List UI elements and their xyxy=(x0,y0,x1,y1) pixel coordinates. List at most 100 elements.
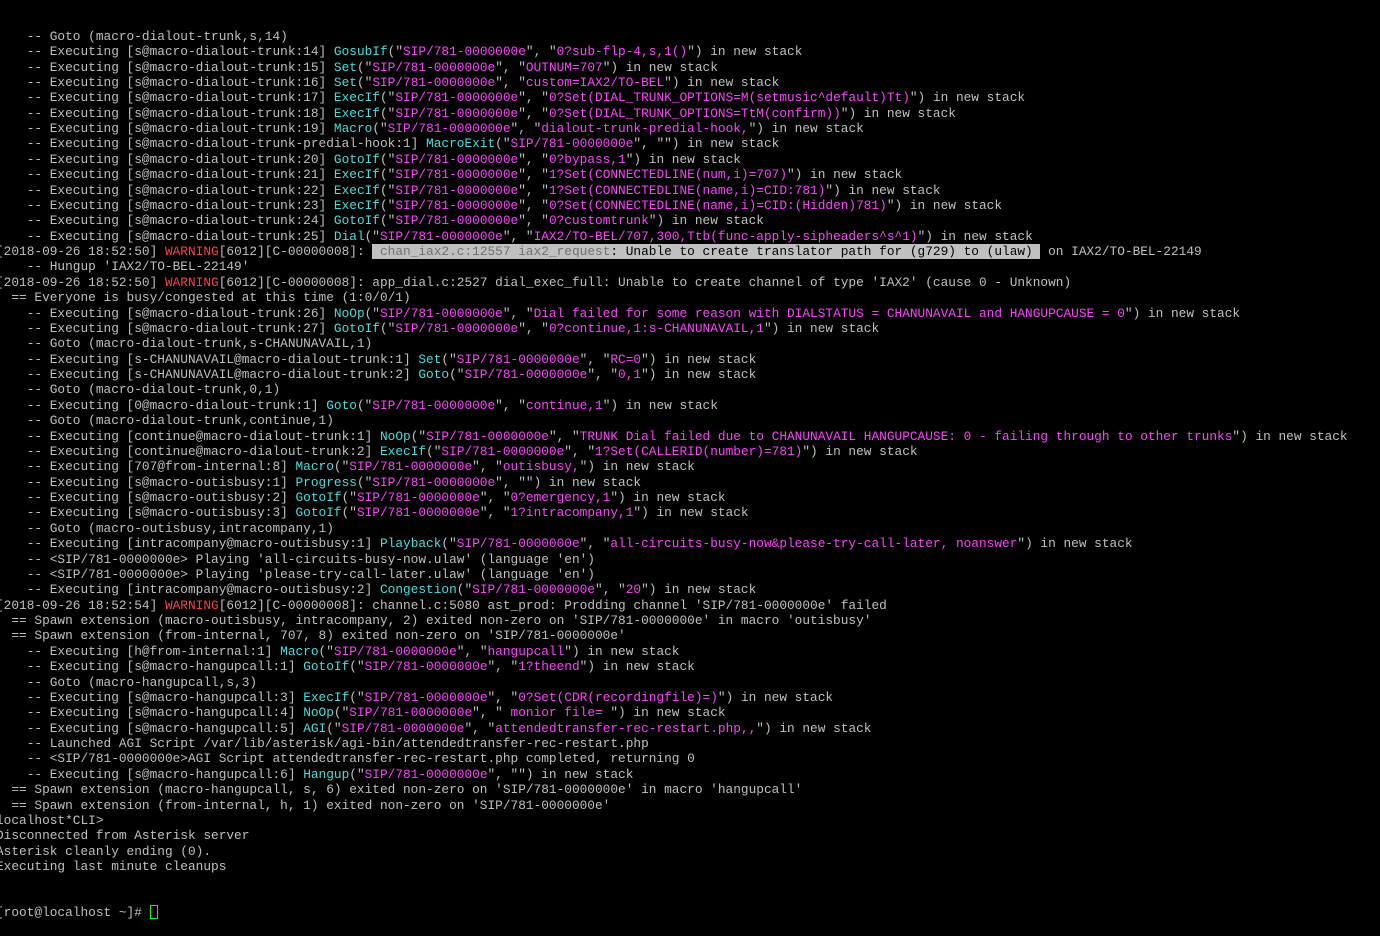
application-name: Playback xyxy=(379,536,442,552)
log-line: -- Goto (macro-dialout-trunk,0,1) xyxy=(0,382,1380,397)
log-text: -- Executing [s-CHANUNAVAIL@macro-dialou… xyxy=(0,351,419,367)
application-name: Progress xyxy=(295,474,357,490)
log-text: -- Executing [s@macro-dialout-trunk-pred… xyxy=(0,136,427,152)
log-text: localhost*CLI> xyxy=(0,812,104,828)
application-argument: SIP/781-0000000e xyxy=(349,705,473,721)
log-text: -- Executing [s@macro-dialout-trunk:16] xyxy=(0,74,334,90)
terminal-output[interactable]: -- Goto (macro-dialout-trunk,s,14) -- Ex… xyxy=(0,0,1380,920)
log-text: -- <SIP/781-0000000e> Playing 'please-tr… xyxy=(0,566,595,582)
log-text: [6012][C-00000008]: channel.c:5080 ast_p… xyxy=(218,597,887,613)
log-text: -- <SIP/781-0000000e>AGI Script attended… xyxy=(0,751,695,767)
log-text: -- Executing [s@macro-dialout-trunk:22] xyxy=(0,182,334,198)
application-name: GotoIf xyxy=(333,151,380,167)
application-name: NoOp xyxy=(333,305,365,321)
log-text: (" xyxy=(426,443,442,459)
application-name: Set xyxy=(418,351,442,367)
log-text: ") in new stack xyxy=(1124,305,1241,321)
application-name: Goto xyxy=(418,367,450,382)
application-name: ExecIf xyxy=(379,443,427,459)
application-name: ExecIf xyxy=(333,90,380,106)
log-text: (" xyxy=(349,766,365,782)
application-name: Macro xyxy=(333,121,373,136)
log-text: == Spawn extension (macro-hangupcall, s,… xyxy=(0,782,803,798)
executing-line: -- Executing [0@macro-dialout-trunk:1] G… xyxy=(0,398,1380,413)
application-name: Hangup xyxy=(303,766,350,782)
application-argument: SIP/781-0000000e xyxy=(395,90,519,106)
application-name: NoOp xyxy=(379,428,411,444)
log-text: -- Executing [s@macro-dialout-trunk:25] xyxy=(0,228,334,244)
application-argument: 1?Set(CALLERID(number)=781) xyxy=(595,443,803,459)
application-argument: SIP/781-0000000e xyxy=(456,351,580,367)
application-argument: all-circuits-busy-now&please-try-call-la… xyxy=(610,536,1018,552)
log-text: ", "") in new stack xyxy=(633,136,780,152)
log-text: ", " xyxy=(564,443,596,459)
log-line: -- <SIP/781-0000000e>AGI Script attended… xyxy=(0,751,1380,766)
executing-line: -- Executing [s@macro-outisbusy:3] GotoI… xyxy=(0,505,1380,520)
log-text: -- Goto (macro-dialout-trunk,0,1) xyxy=(0,382,281,398)
executing-line: -- Executing [s@macro-dialout-trunk:21] … xyxy=(0,167,1380,182)
log-text: ") in new stack xyxy=(802,443,918,459)
log-text: -- Executing [s@macro-dialout-trunk:27] xyxy=(0,320,334,336)
log-line: -- <SIP/781-0000000e> Playing 'all-circu… xyxy=(0,552,1380,567)
log-text: (" xyxy=(410,428,427,444)
log-text: -- Executing [s@macro-dialout-trunk:26] xyxy=(0,305,334,321)
shell-prompt-line[interactable]: [root@localhost ~]# xyxy=(0,905,1380,920)
application-argument: 0?Set(CDR(recordingfile)=) xyxy=(518,689,718,705)
application-argument: 0?Set(CONNECTEDLINE(name,i)=CID:(Hidden)… xyxy=(548,197,887,213)
block-cursor-icon[interactable] xyxy=(149,905,158,920)
log-text: ", " xyxy=(518,105,549,121)
application-name: Dial xyxy=(333,228,365,244)
log-text: ", " xyxy=(510,121,542,136)
log-text: ", " xyxy=(518,320,549,336)
log-line: -- Goto (macro-hangupcall,s,3) xyxy=(0,675,1380,690)
application-argument: outisbusy, xyxy=(502,459,580,475)
log-text: ", "") in new stack xyxy=(495,474,642,490)
log-text: ") in new stack xyxy=(633,505,749,521)
application-name: Congestion xyxy=(379,582,457,598)
application-argument: 0?customtrunk xyxy=(548,213,649,229)
log-text: ") in new stack xyxy=(840,105,956,121)
application-argument: SIP/781-0000000e xyxy=(456,536,580,552)
application-name: GotoIf xyxy=(333,320,380,336)
log-text: ", " xyxy=(456,643,488,659)
log-line: -- Goto (macro-dialout-trunk,s,14) xyxy=(0,29,1380,44)
application-name: Set xyxy=(333,59,357,75)
log-text: -- Executing [s@macro-hangupcall:1] xyxy=(0,659,304,675)
log-text: ") in new stack xyxy=(756,720,872,736)
log-text: ") in new stack xyxy=(763,320,880,336)
application-name: MacroExit xyxy=(426,136,496,152)
executing-line: -- Executing [h@from-internal:1] Macro("… xyxy=(0,644,1380,659)
warning-label: WARNING xyxy=(164,274,219,290)
status-line: == Spawn extension (macro-outisbusy, int… xyxy=(0,613,1380,628)
log-text: (" xyxy=(356,474,373,490)
executing-line: -- Executing [s@macro-dialout-trunk:15] … xyxy=(0,60,1380,75)
log-text: ") in new stack xyxy=(1017,536,1133,552)
log-text: (" xyxy=(333,459,350,475)
application-argument: SIP/781-0000000e xyxy=(464,367,588,382)
log-text: ") in new stack xyxy=(787,167,903,183)
application-argument: SIP/781-0000000e xyxy=(395,151,519,167)
log-text: ", " xyxy=(518,197,549,213)
application-name: Goto xyxy=(326,397,357,413)
log-text: == Spawn extension (macro-outisbusy, int… xyxy=(0,613,872,628)
log-text: -- Executing [0@macro-dialout-trunk:1] xyxy=(0,397,327,413)
status-line: == Spawn extension (from-internal, 707, … xyxy=(0,628,1380,643)
log-text: == Everyone is busy/congested at this ti… xyxy=(0,290,411,306)
log-text: -- Executing [s@macro-dialout-trunk:21] xyxy=(0,167,334,183)
log-text: -- Executing [s@macro-dialout-trunk:24] xyxy=(0,213,334,229)
log-text: (" xyxy=(349,659,365,675)
application-argument: SIP/781-0000000e xyxy=(395,105,519,121)
log-text: -- Hungup 'IAX2/TO-BEL-22149' xyxy=(0,259,250,275)
log-text: ", " xyxy=(495,59,526,75)
log-text: (" xyxy=(456,582,473,598)
application-name: ExecIf xyxy=(333,197,380,213)
executing-line: -- Executing [s@macro-dialout-trunk:17] … xyxy=(0,90,1380,105)
application-argument: hangupcall xyxy=(487,643,565,659)
application-argument: SIP/781-0000000e xyxy=(372,74,496,90)
executing-line: -- Executing [s@macro-hangupcall:3] Exec… xyxy=(0,690,1380,705)
log-text: (" xyxy=(379,151,396,167)
log-text: (" xyxy=(318,643,334,659)
shell-prompt: [root@localhost ~]# xyxy=(0,905,150,921)
log-text: ", "") in new stack xyxy=(487,766,634,782)
log-text: ", " xyxy=(502,228,534,244)
